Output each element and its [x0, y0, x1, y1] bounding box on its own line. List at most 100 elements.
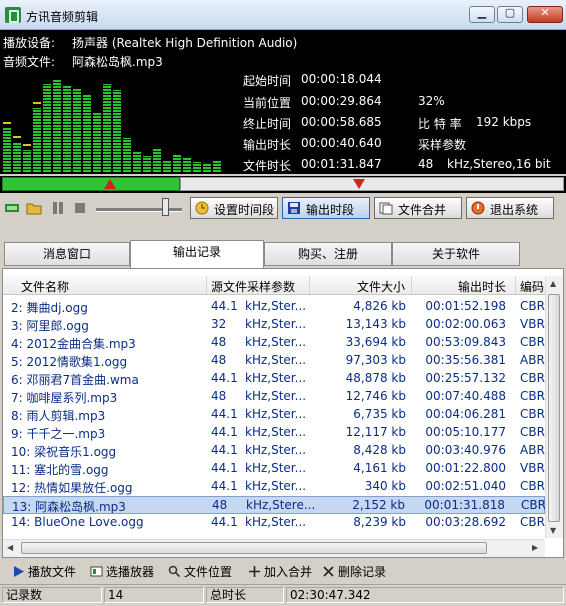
cell-sample-rate: 48 — [211, 335, 227, 349]
cell-file-size: 2,152 kb — [352, 498, 405, 512]
start-time-label: 起始时间 — [243, 74, 292, 88]
cell-encoding: CBR — [520, 389, 545, 403]
tab-output-records[interactable]: 输出记录 — [130, 240, 264, 268]
spectrum-bar — [73, 88, 81, 172]
file-duration-value: 00:01:31.847 — [301, 157, 382, 171]
col-header-size[interactable]: 文件大小 — [357, 278, 405, 295]
volume-slider-thumb[interactable] — [162, 198, 169, 216]
record-icon[interactable] — [4, 200, 20, 216]
table-row[interactable]: 5: 2012情歌集1.ogg 48 kHz,Ster... 97,303 kb 00:… — [3, 352, 545, 370]
col-header-name[interactable]: 文件名称 — [21, 278, 69, 295]
table-row[interactable]: 10: 梁祝音乐1.ogg 44.1 kHz,Ster... 8,428 kb 00:0… — [3, 442, 545, 460]
delete-record-button[interactable]: 删除记录 — [322, 563, 386, 581]
open-folder-icon[interactable] — [26, 200, 42, 216]
cell-output-duration: 00:01:31.818 — [424, 498, 505, 512]
spectrum-bar — [93, 112, 101, 172]
col-divider[interactable] — [411, 276, 412, 294]
range-track[interactable] — [180, 177, 564, 191]
spectrum-bar — [43, 84, 51, 172]
horizontal-scrollbar[interactable]: ◀ ▶ — [3, 539, 545, 557]
horizontal-scroll-thumb[interactable] — [21, 542, 487, 554]
spectrum-bar — [83, 94, 91, 172]
scroll-left-icon[interactable]: ◀ — [7, 543, 13, 552]
cell-sample-rate: 48 — [212, 498, 228, 512]
cell-sample-rate: 44.1 — [211, 299, 238, 313]
cell-encoding: VBR — [520, 317, 545, 331]
set-range-button[interactable]: 设置时间段 — [190, 197, 278, 219]
title-bar: 方讯音频剪辑 ▁ ▢ ✕ — [0, 0, 566, 30]
col-header-sample[interactable]: 源文件采样参数 — [211, 278, 295, 295]
table-row[interactable]: 6: 邓丽君7首金曲.wma 44.1 kHz,Ster... 48,878 kb 00… — [3, 370, 545, 388]
maximize-icon: ▢ — [504, 6, 516, 19]
cell-encoding: CBR — [520, 335, 545, 349]
stop-icon[interactable] — [72, 200, 88, 216]
spectrum-peak — [33, 102, 41, 104]
spectrum-peak — [23, 144, 31, 146]
cell-file-name: 13: 阿森松岛枫.mp3 — [12, 500, 126, 514]
minimize-button[interactable]: ▁ — [469, 6, 495, 23]
vertical-scrollbar[interactable]: ▲ ▼ — [545, 276, 563, 538]
play-file-button[interactable]: 播放文件 — [12, 563, 76, 581]
tab-about[interactable]: 关于软件 — [392, 242, 520, 266]
end-marker-icon[interactable] — [353, 179, 365, 189]
cell-encoding: ABR — [520, 443, 545, 457]
table-row[interactable]: 13: 阿森松岛枫.mp3 48 kHz,Stere... 2,152 kb 00:01… — [3, 496, 546, 514]
cell-encoding: VBR — [520, 461, 545, 475]
table-row[interactable]: 14: BlueOne Love.ogg 44.1 kHz,Ster... 8,239… — [3, 514, 545, 532]
exit-button[interactable]: 退出系统 — [466, 197, 554, 219]
choose-player-label: 选播放器 — [106, 565, 155, 579]
scroll-up-icon[interactable]: ▲ — [550, 279, 556, 288]
add-merge-label: 加入合并 — [264, 565, 313, 579]
col-divider[interactable] — [206, 276, 207, 294]
col-divider[interactable] — [309, 276, 310, 294]
sample-bits-value: ,16 bit — [512, 157, 551, 171]
table-row[interactable]: 8: 雨人剪辑.mp3 44.1 kHz,Ster... 6,735 kb 00:04:… — [3, 406, 545, 424]
percent-value: 32% — [418, 94, 445, 108]
table-row[interactable]: 3: 阿里郎.ogg 32 kHz,Ster... 13,143 kb 00:02:00… — [3, 316, 545, 334]
col-header-duration[interactable]: 输出时长 — [458, 278, 506, 295]
cell-sample-mode: kHz,Ster... — [245, 371, 307, 385]
window-title: 方讯音频剪辑 — [26, 10, 99, 24]
col-header-encoding[interactable]: 编码 — [520, 278, 544, 295]
vertical-scroll-thumb[interactable] — [548, 294, 560, 522]
start-marker-icon[interactable] — [104, 179, 116, 189]
cell-output-duration: 00:07:40.488 — [425, 389, 506, 403]
tab-purchase[interactable]: 购买、注册 — [264, 242, 392, 266]
cell-sample-rate: 44.1 — [211, 515, 238, 529]
table-row[interactable]: 9: 千千之一.mp3 44.1 kHz,Ster... 12,117 kb 00:05… — [3, 424, 545, 442]
cell-sample-rate: 48 — [211, 353, 227, 367]
file-location-button[interactable]: 文件位置 — [168, 563, 232, 581]
tab-strip: 消息窗口 输出记录 购买、注册 关于软件 — [0, 240, 566, 268]
choose-player-button[interactable]: 选播放器 — [90, 563, 154, 581]
maximize-button[interactable]: ▢ — [497, 6, 523, 23]
cell-output-duration: 00:03:28.692 — [425, 515, 506, 529]
spectrum-peak — [3, 122, 11, 124]
close-button[interactable]: ✕ — [527, 6, 563, 23]
bitrate-label: 比 特 率 — [418, 117, 462, 131]
volume-slider-track[interactable] — [96, 208, 182, 212]
scroll-down-icon[interactable]: ▼ — [550, 526, 556, 535]
table-row[interactable]: 12: 热情如果放任.ogg 44.1 kHz,Ster... 340 kb 00:02… — [3, 478, 545, 496]
cell-sample-rate: 44.1 — [211, 425, 238, 439]
range-bar[interactable] — [0, 176, 566, 193]
file-location-label: 文件位置 — [184, 565, 233, 579]
cell-sample-rate: 48 — [211, 389, 227, 403]
add-merge-button[interactable]: 加入合并 — [248, 563, 312, 581]
cell-file-name: 10: 梁祝音乐1.ogg — [11, 445, 117, 459]
col-divider[interactable] — [515, 276, 516, 294]
cell-file-size: 4,161 kb — [353, 461, 406, 475]
table-row[interactable]: 11: 塞北的雪.ogg 44.1 kHz,Ster... 4,161 kb 00:01… — [3, 460, 545, 478]
action-bar: 播放文件 选播放器 文件位置 加入合并 删除记录 — [0, 560, 566, 584]
pause-icon[interactable] — [50, 200, 66, 216]
scroll-right-icon[interactable]: ▶ — [532, 543, 538, 552]
spectrum-bar — [213, 160, 221, 172]
output-range-button[interactable]: 输出时段 — [282, 197, 370, 219]
tab-messages[interactable]: 消息窗口 — [4, 242, 130, 266]
table-row[interactable]: 7: 咖啡屋系列.mp3 48 kHz,Ster... 12,746 kb 00:07:… — [3, 388, 545, 406]
table-row[interactable]: 4: 2012金曲合集.mp3 48 kHz,Ster... 33,694 kb 00:… — [3, 334, 545, 352]
cell-file-name: 8: 雨人剪辑.mp3 — [11, 409, 106, 423]
table-row[interactable]: 2: 舞曲dj.ogg 44.1 kHz,Ster... 4,826 kb 00:01:… — [3, 298, 545, 316]
total-duration-label: 总时长 — [206, 587, 284, 603]
set-range-label: 设置时间段 — [214, 203, 275, 217]
merge-files-button[interactable]: 文件合并 — [374, 197, 462, 219]
